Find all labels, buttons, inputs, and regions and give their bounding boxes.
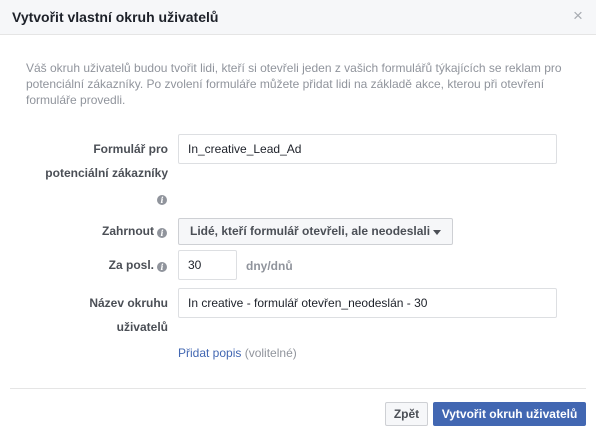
last-days-unit: dny/dnů — [246, 259, 293, 273]
info-icon[interactable]: i — [157, 227, 167, 238]
back-button[interactable]: Zpět — [385, 402, 428, 426]
create-audience-button[interactable]: Vytvořit okruh uživatelů — [433, 402, 586, 426]
chevron-down-icon — [433, 230, 441, 235]
include-dropdown[interactable]: Lidé, kteří formulář otevřeli, ale neode… — [178, 218, 453, 245]
include-selected-value: Lidé, kteří formulář otevřeli, ale neode… — [190, 224, 431, 238]
add-description-optional: (volitelné) — [244, 346, 297, 360]
close-icon[interactable]: × — [570, 7, 586, 24]
audience-name-input[interactable]: In creative - formulář otevřen_neodeslán… — [178, 288, 557, 318]
audience-name-label-line2: uživatelů — [116, 320, 168, 334]
audience-name-label-line1: Název okruhu — [89, 296, 168, 310]
last-days-info-wrap: i — [157, 259, 167, 273]
add-description-link[interactable]: Přidat popis — [178, 346, 241, 360]
lead-form-label-line1: Formulář pro — [93, 142, 168, 156]
lead-form-label-line2: potenciální zákazníky — [45, 166, 168, 180]
include-info-wrap: i — [157, 225, 167, 239]
info-icon[interactable]: i — [157, 261, 167, 272]
add-description: Přidat popis (volitelné) — [178, 346, 297, 360]
include-label: Zahrnout — [102, 224, 154, 238]
info-icon[interactable]: i — [157, 194, 167, 205]
last-days-label: Za posl. — [108, 258, 154, 272]
lead-form-input[interactable]: In_creative_Lead_Ad — [178, 134, 557, 164]
dialog-title: Vytvořit vlastní okruh uživatelů — [12, 9, 219, 25]
dialog-header: Vytvořit vlastní okruh uživatelů × — [0, 0, 596, 35]
custom-audience-dialog: Vytvořit vlastní okruh uživatelů × Váš o… — [0, 0, 596, 435]
dialog-description: Váš okruh uživatelů budou tvořit lidi, k… — [26, 61, 562, 107]
last-days-input[interactable]: 30 — [178, 250, 237, 280]
lead-form-info-wrap: i — [157, 192, 167, 206]
footer-divider — [10, 388, 586, 389]
